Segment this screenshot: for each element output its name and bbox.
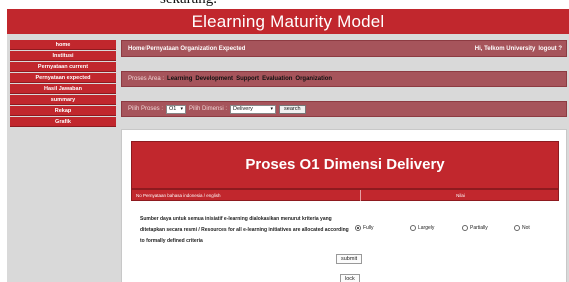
main-content: Proses O1 Dimensi Delivery No Pernyataan… (121, 129, 567, 282)
proses-area-link-support[interactable]: Support (236, 76, 259, 82)
app-title: Elearning Maturity Model (191, 12, 385, 31)
breadcrumb-current: Pernyataan Organization Expected (146, 45, 246, 52)
breadcrumb-bar: Home / Pernyataan Organization Expected … (121, 40, 567, 57)
header-banner: Elearning Maturity Model (7, 9, 569, 34)
filter-form: Pilih Proses : O1 ▾ Pilih Dimensi : Deli… (128, 102, 306, 116)
option-not-label: Not (522, 225, 530, 231)
proses-area-link-learning[interactable]: Learning (167, 76, 192, 82)
sidebar-item-hasil-jawaban[interactable]: Hasil Jawaban (10, 84, 116, 94)
submit-button[interactable]: submit (336, 254, 363, 264)
chevron-down-icon: ▾ (180, 105, 184, 112)
page-title: Proses O1 Dimensi Delivery (131, 141, 559, 189)
radio-icon[interactable] (514, 225, 520, 231)
option-not[interactable]: Not (514, 225, 530, 231)
search-button[interactable]: search (279, 104, 306, 114)
sidebar-item-rekap[interactable]: Rekap (10, 106, 116, 116)
radio-icon[interactable] (462, 225, 468, 231)
proses-select-label: Pilih Proses : (128, 106, 164, 112)
user-greeting: Hi, Telkom University (474, 45, 536, 52)
option-largely-label: Largely (418, 225, 435, 231)
user-area: Hi, Telkom University logout ? (475, 41, 562, 56)
proses-area-bar: Proses Area : Learning Development Suppo… (121, 71, 567, 87)
logout-link[interactable]: logout ? (538, 46, 562, 52)
option-fully-label: Fully (363, 225, 374, 231)
proses-select-value: O1 (169, 105, 177, 112)
top-cut-text: sekarang. (0, 0, 569, 9)
proses-area-link-organization[interactable]: Organization (295, 76, 332, 82)
sidebar-item-pernyataan-current[interactable]: Pernyataan current (10, 62, 116, 72)
column-header-question: No Pernyataan bahasa indonesia / english (136, 193, 221, 198)
filter-bar: Pilih Proses : O1 ▾ Pilih Dimensi : Deli… (121, 101, 567, 117)
proses-area-link-development[interactable]: Development (195, 76, 233, 82)
proses-area-label: Proses Area : (128, 76, 165, 82)
top-cut-caption: sekarang. (160, 0, 217, 8)
sidebar-item-summary[interactable]: summary (10, 95, 116, 105)
column-header-value: Nilai (456, 193, 465, 198)
radio-selected-icon[interactable] (355, 225, 361, 231)
option-partially[interactable]: Partially (462, 225, 488, 231)
sidebar-item-pernyataan-expected[interactable]: Pernyataan expected (10, 73, 116, 83)
dimensi-select-value: Delivery (233, 105, 253, 112)
proses-area-link-evaluation[interactable]: Evaluation (262, 76, 292, 82)
dimensi-select-label: Pilih Dimensi : (189, 106, 228, 112)
sidebar-menu: home Institusi Pernyataan current Pernya… (10, 40, 116, 128)
table-header: No Pernyataan bahasa indonesia / english… (131, 189, 559, 201)
option-fully[interactable]: Fully (355, 225, 374, 231)
question-text: Sumber daya untuk semua inisiatif e-lear… (140, 216, 349, 244)
sidebar-item-home[interactable]: home (10, 40, 116, 50)
proses-area-nav: Proses Area : Learning Development Suppo… (128, 72, 332, 86)
proses-select[interactable]: O1 ▾ (166, 104, 187, 114)
breadcrumb: Home / Pernyataan Organization Expected (128, 41, 245, 56)
option-largely[interactable]: Largely (410, 225, 434, 231)
option-partially-label: Partially (470, 225, 488, 231)
app-frame: Elearning Maturity Model home Institusi … (7, 9, 569, 282)
dimensi-select[interactable]: Delivery ▾ (230, 104, 277, 114)
sidebar-item-grafik[interactable]: Grafik (10, 117, 116, 127)
sidebar-item-institusi[interactable]: Institusi (10, 51, 116, 61)
breadcrumb-home-link[interactable]: Home (128, 46, 145, 52)
lock-button[interactable]: lock (340, 274, 360, 282)
chevron-down-icon: ▾ (270, 105, 274, 112)
radio-icon[interactable] (410, 225, 416, 231)
